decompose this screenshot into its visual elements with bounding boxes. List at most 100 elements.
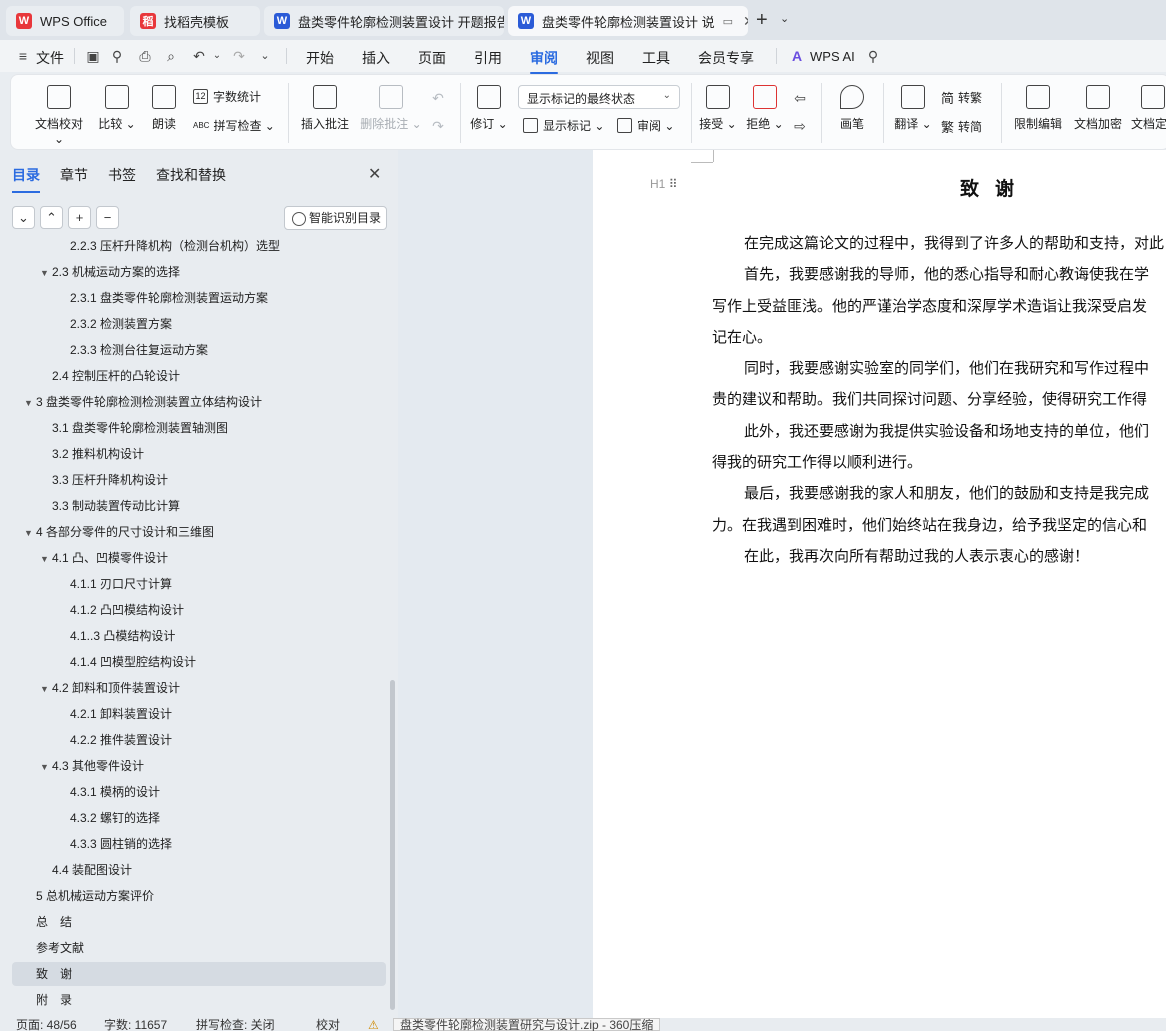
toc-item[interactable]: 3.3 制动装置传动比计算 [12,494,386,518]
toc-item[interactable]: 4.4 装配图设计 [12,858,386,882]
expand-triangle-icon[interactable]: ▼ [40,261,52,285]
close-tab-icon[interactable]: ✕ [743,13,748,30]
toc-item[interactable]: ▼ 4 各部分零件的尺寸设计和三维图 [12,520,386,544]
doc-check-button[interactable]: 文档校对 ⌄ [29,85,89,146]
revise-button[interactable]: 修订 ⌄ [469,85,509,132]
menu-page[interactable]: 页面 [418,48,446,68]
nav-tab-chapters[interactable]: 章节 [60,165,88,185]
wps-ai-icon[interactable]: A [788,47,806,65]
tab-proposal-doc[interactable]: W 盘类零件轮廓检测装置设计 开题报告. [264,6,504,36]
undo-icon[interactable]: ↶ [190,47,208,65]
undo-dropdown-icon[interactable]: ⌄ [208,47,226,65]
to-traditional-button[interactable]: 简 转繁 [941,88,982,107]
drag-handle-icon[interactable]: ⠿ [669,177,678,191]
toc-item[interactable]: 4.1..3 凸模结构设计 [12,624,386,648]
scrollbar[interactable] [390,680,395,1010]
smart-toc-button[interactable]: 智能识别目录 [284,206,387,230]
to-simplified-button[interactable]: 繁 转简 [941,117,982,136]
toc-item[interactable]: 4.3.1 模柄的设计 [12,780,386,804]
toc-item[interactable]: 2.3.3 检测台往复运动方案 [12,338,386,362]
restrict-edit-button[interactable]: 限制编辑 [1011,85,1065,132]
remove-heading-icon[interactable]: − [96,206,119,229]
toc-item[interactable]: 4.1.4 凹模型腔结构设计 [12,650,386,674]
tab-wps-office[interactable]: W WPS Office [6,6,124,36]
expand-triangle-icon[interactable]: ▼ [40,677,52,701]
toc-item[interactable]: 2.3.1 盘类零件轮廓检测装置运动方案 [12,286,386,310]
menu-tools[interactable]: 工具 [642,48,670,68]
hamburger-icon[interactable]: ≡ [14,47,32,65]
collapse-up-icon[interactable]: ⌃ [40,206,63,229]
toc-item[interactable]: 4.1.2 凸凹模结构设计 [12,598,386,622]
redo-icon[interactable]: ↷ [230,47,248,65]
toc-item[interactable]: ▼ 3 盘类零件轮廓检测检测装置立体结构设计 [12,390,386,414]
delete-comment-button[interactable]: 删除批注 ⌄ [359,85,423,132]
show-markup-button[interactable]: 显示标记 ⌄ [523,117,604,134]
tab-daoke-template[interactable]: 稻 找稻壳模板 [130,6,260,36]
spell-check-status[interactable]: 拼写检查: 关闭 [196,1019,275,1031]
toc-item[interactable]: 2.3.2 检测装置方案 [12,312,386,336]
heading-level-marker[interactable]: H1 ⠿ [650,177,677,191]
new-tab-icon[interactable]: + [756,10,768,30]
toc-item[interactable]: 4.3.2 螺钉的选择 [12,806,386,830]
menu-wps-ai[interactable]: WPS AI [810,49,855,64]
nav-tab-toc[interactable]: 目录 [12,165,40,193]
doc-encrypt-button[interactable]: 文档加密 [1071,85,1125,132]
read-aloud-button[interactable]: 朗读 [147,85,181,132]
prev-change-icon[interactable]: ⇦ [791,89,809,107]
next-change-icon[interactable]: ⇨ [791,117,809,135]
translate-button[interactable]: 翻译 ⌄ [893,85,933,132]
page-indicator[interactable]: 页面: 48/56 [16,1019,77,1031]
toc-item[interactable]: ▼ 4.2 卸料和顶件装置设计 [12,676,386,700]
chevron-down-icon[interactable]: ⌄ [780,12,789,25]
toc-item[interactable]: 5 总机械运动方案评价 [12,884,386,908]
document-page[interactable]: H1 ⠿ 致谢 在完成这篇论文的过程中，我得到了许多人的帮助和支持，对此 首先，我… [593,150,1166,1018]
tab-thesis-doc[interactable]: W 盘类零件轮廓检测装置设计 说 ▭ ✕ [508,6,748,36]
expand-triangle-icon[interactable]: ▼ [40,547,52,571]
brush-button[interactable]: 画笔 [835,85,869,132]
spell-check-button[interactable]: ABC 拼写检查 ⌄ [193,117,275,134]
save-icon[interactable]: ▣ [84,47,102,65]
toc-item[interactable]: ▼ 4.3 其他零件设计 [12,754,386,778]
nav-tab-bookmarks[interactable]: 书签 [108,165,136,185]
toc-item[interactable]: 3.3 压杆升降机构设计 [12,468,386,492]
toc-item[interactable]: 4.3.3 圆柱销的选择 [12,832,386,856]
menu-member[interactable]: 会员专享 [698,48,754,68]
toc-item[interactable]: 参考文献 [12,936,386,960]
menu-file[interactable]: 文件 [36,48,64,68]
toc-item[interactable]: 致 谢 [12,962,386,986]
share-icon[interactable]: ⚲ [108,47,126,65]
toc-item[interactable]: 2.4 控制压杆的凸轮设计 [12,364,386,388]
toc-item[interactable]: ▼ 2.3 机械运动方案的选择 [12,260,386,284]
expand-triangle-icon[interactable]: ▼ [24,391,36,415]
toc-item[interactable]: 总 结 [12,910,386,934]
review-pane-button[interactable]: 审阅 ⌄ [617,117,674,134]
markup-state-select[interactable]: 显示标记的最终状态 ⌄ [518,85,680,109]
next-comment-icon[interactable]: ↷ [429,117,447,135]
add-heading-icon[interactable]: + [68,206,91,229]
accept-button[interactable]: 接受 ⌄ [699,85,737,132]
insert-comment-button[interactable]: 插入批注 [299,85,351,132]
compare-button[interactable]: 比较 ⌄ [97,85,137,132]
nav-tab-find-replace[interactable]: 查找和替换 [156,165,226,185]
more-icon[interactable]: ⌄ [256,47,274,65]
expand-triangle-icon[interactable]: ▼ [24,521,36,545]
search-icon[interactable]: ⚲ [864,47,882,65]
toc-item[interactable]: 3.2 推料机构设计 [12,442,386,466]
toc-item[interactable]: ▼ 4.1 凸、凹模零件设计 [12,546,386,570]
toc-item[interactable]: 4.2.2 推件装置设计 [12,728,386,752]
toc-item[interactable]: 4.2.1 卸料装置设计 [12,702,386,726]
menu-review[interactable]: 审阅 [530,48,558,74]
menu-view[interactable]: 视图 [586,48,614,68]
toc-item[interactable]: 附 录 [12,988,386,1012]
menu-insert[interactable]: 插入 [362,48,390,68]
prev-comment-icon[interactable]: ↶ [429,89,447,107]
reject-button[interactable]: 拒绝 ⌄ [745,85,785,132]
menu-reference[interactable]: 引用 [474,48,502,68]
proof-status[interactable]: 校对 [316,1019,340,1031]
word-count-indicator[interactable]: 字数: 11657 [104,1019,167,1031]
toc-item[interactable]: 3.1 盘类零件轮廓检测装置轴测图 [12,416,386,440]
menu-home[interactable]: 开始 [306,48,334,68]
toc-item[interactable]: 2.2.3 压杆升降机构（检测台机构）选型 [12,238,386,258]
doc-finalize-button[interactable]: 文档定 [1131,85,1166,132]
word-count-button[interactable]: 12 字数统计 [193,88,261,105]
